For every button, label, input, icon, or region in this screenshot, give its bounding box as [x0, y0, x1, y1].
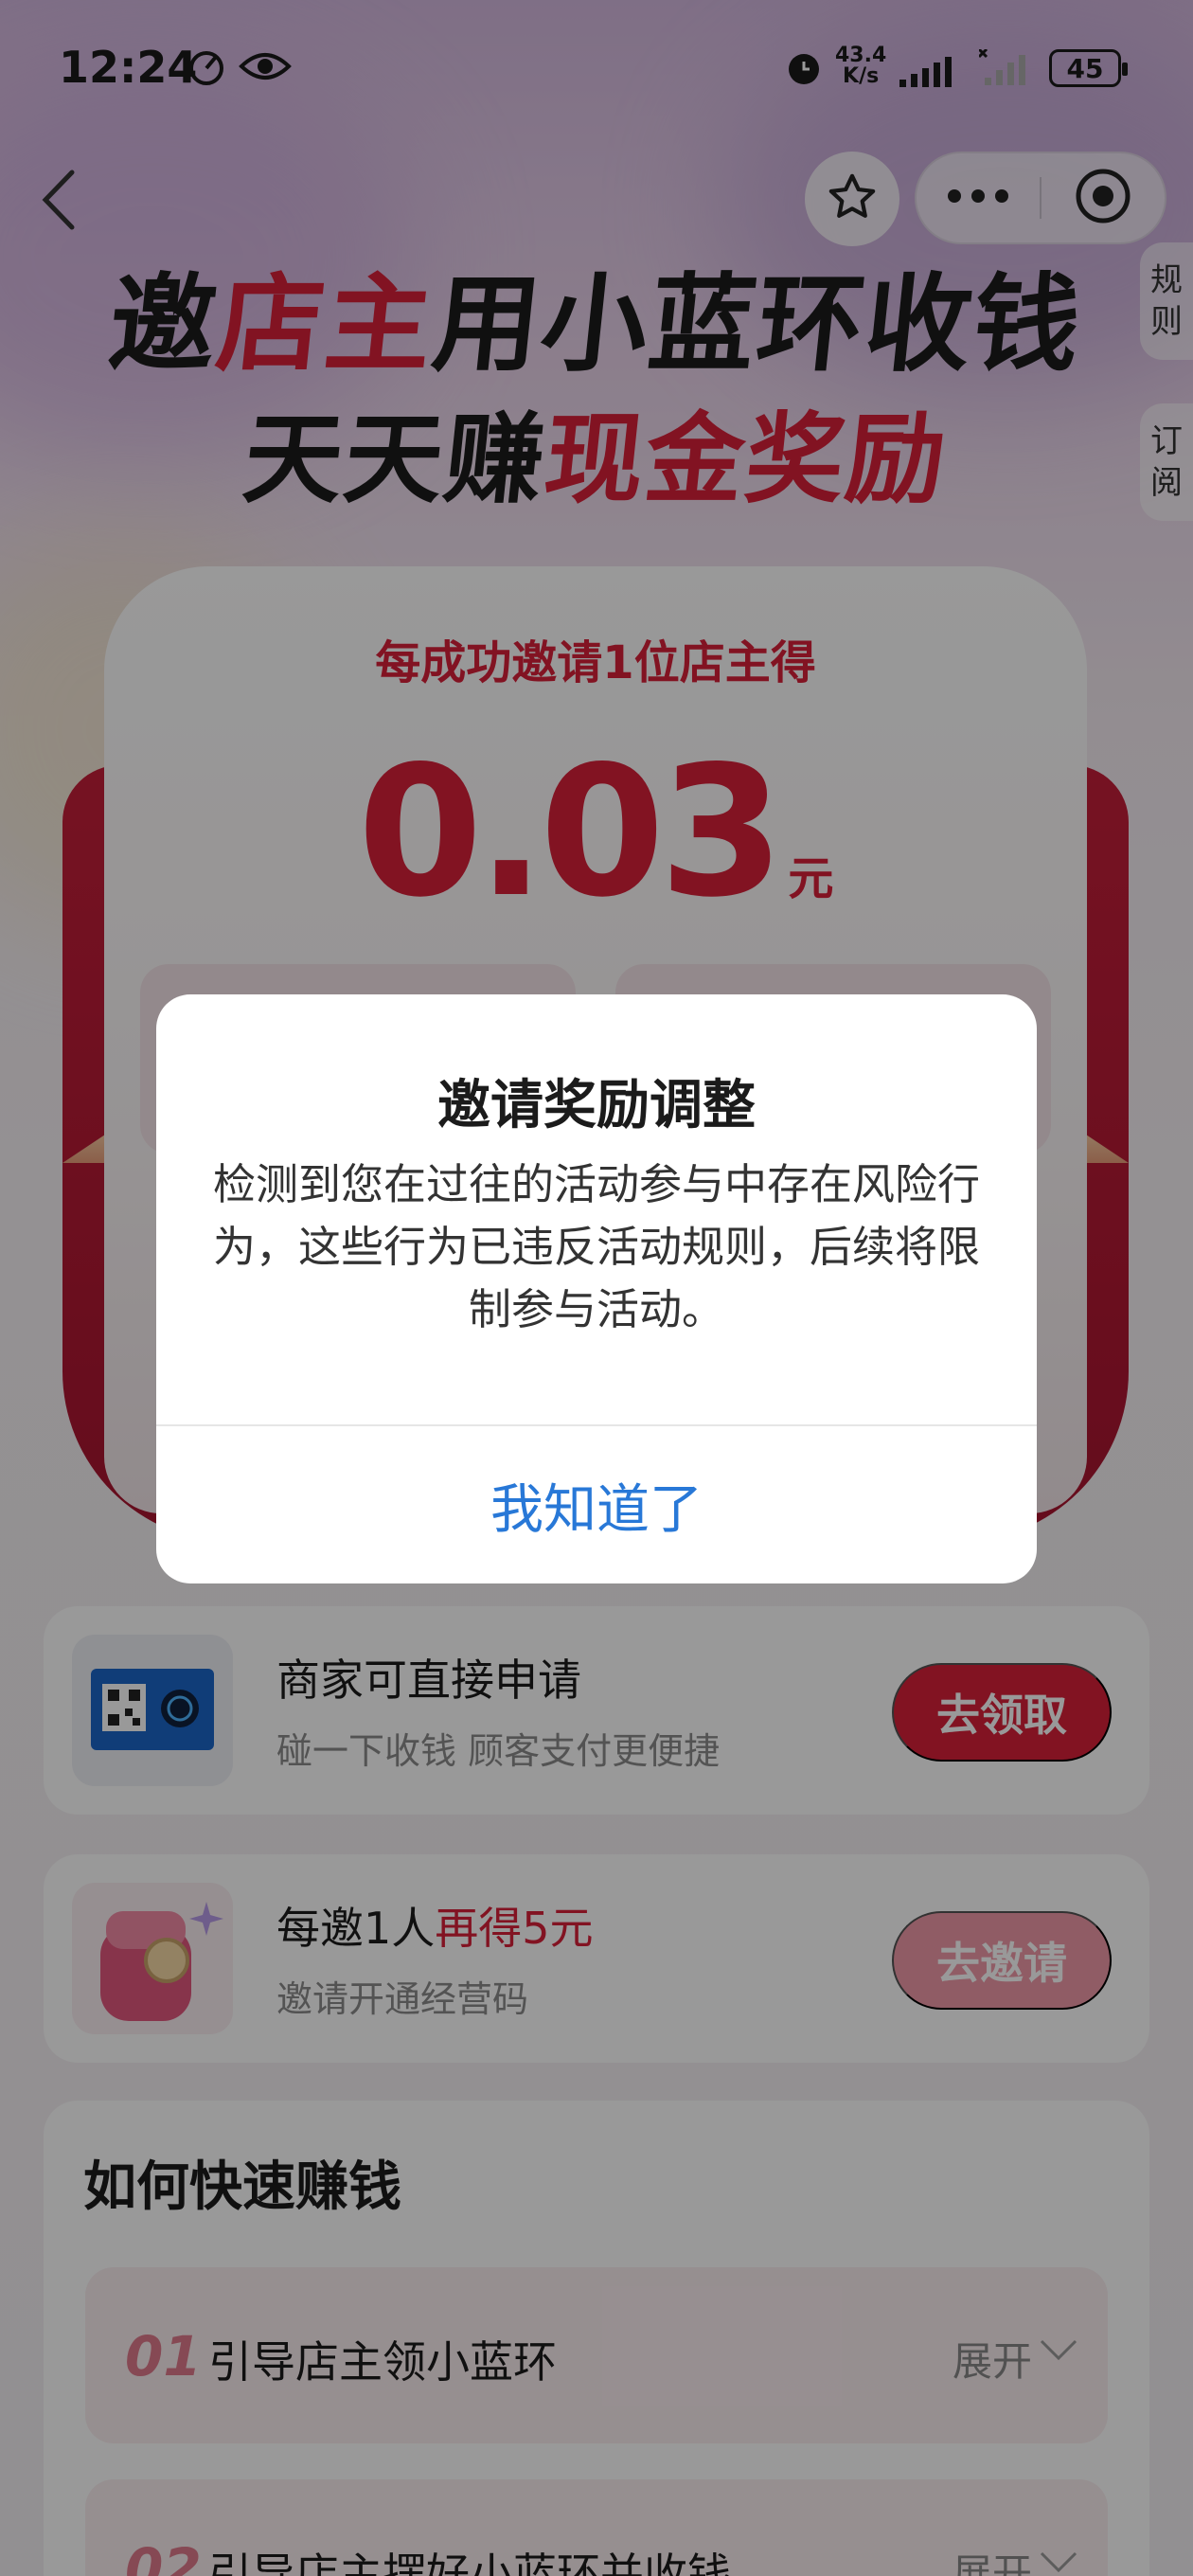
reward-adjustment-dialog: 邀请奖励调整 检测到您在过往的活动参与中存在风险行为，这些行为已违反活动规则，后…: [156, 994, 1037, 1583]
dialog-title: 邀请奖励调整: [437, 1075, 756, 1136]
acknowledge-button[interactable]: 我知道了: [156, 1426, 1037, 1583]
dialog-message: 检测到您在过往的活动参与中存在风险行为，这些行为已违反活动规则，后续将限制参与活…: [212, 1159, 980, 1334]
